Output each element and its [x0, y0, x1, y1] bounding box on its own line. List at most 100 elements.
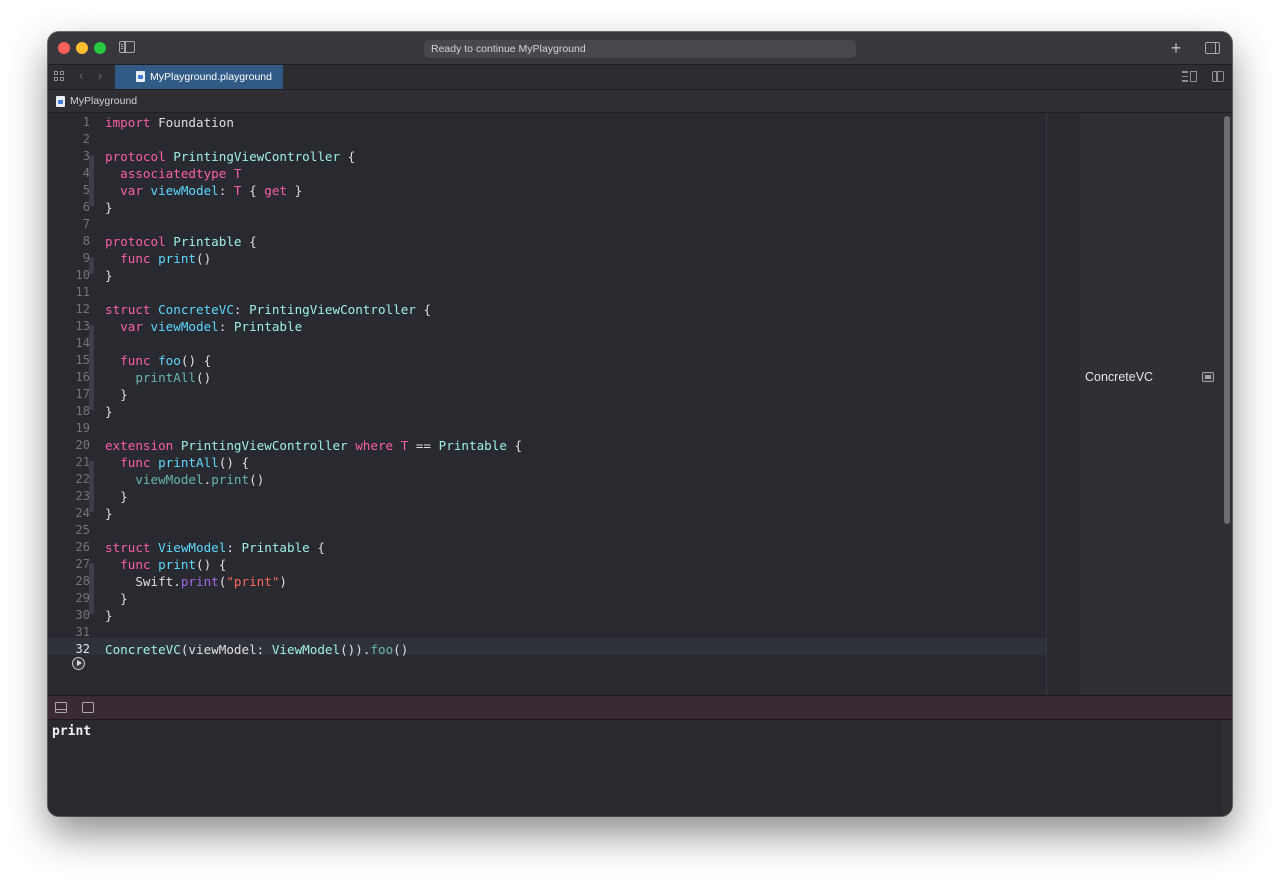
line-number: 17 — [75, 387, 90, 401]
minimap-icon[interactable] — [1182, 71, 1197, 82]
source-editor[interactable]: 1 import Foundation 2 3 protocol PrintingVie… — [48, 113, 1046, 695]
activity-status: Ready to continue MyPlayground — [424, 40, 856, 58]
minimize-window-button[interactable] — [76, 42, 88, 54]
code-line[interactable]: } — [105, 505, 113, 522]
code-token: print — [150, 251, 197, 266]
code-line[interactable]: viewModel.print() — [105, 471, 264, 488]
line-number: 4 — [82, 166, 90, 180]
line-number: 3 — [82, 149, 90, 163]
code-token: struct — [105, 302, 151, 317]
line-number: 20 — [75, 438, 90, 452]
code-line[interactable]: } — [105, 403, 113, 420]
code-line[interactable]: } — [105, 199, 113, 216]
code-token: extension — [105, 438, 174, 453]
code-token: ConcreteVC — [105, 642, 181, 657]
code-token: () — [249, 472, 265, 487]
line-number: 8 — [82, 234, 90, 248]
code-line[interactable]: } — [105, 488, 128, 505]
code-token: } — [105, 387, 128, 402]
code-line[interactable]: } — [105, 386, 128, 403]
code-token: { — [340, 149, 356, 164]
code-token: viewModel — [142, 319, 219, 334]
line-number: 5 — [82, 183, 90, 197]
plus-icon[interactable]: + — [1168, 38, 1184, 58]
code-line[interactable]: func print() — [105, 250, 211, 267]
sidebar-icon[interactable] — [119, 41, 135, 53]
breadcrumb-myplayground[interactable]: MyPlayground — [70, 90, 137, 112]
quicklook-icon[interactable] — [1202, 372, 1214, 382]
line-number: 24 — [75, 506, 90, 520]
code-token: () — [196, 370, 212, 385]
code-token: == — [408, 438, 439, 453]
code-token: PrintingViewController — [249, 302, 416, 317]
code-line[interactable]: func foo() { — [105, 352, 211, 369]
code-line[interactable]: } — [105, 607, 113, 624]
code-token: { — [415, 302, 432, 317]
results-sidebar: ConcreteVC — [1080, 113, 1222, 695]
code-token: where — [347, 438, 394, 453]
line-number: 22 — [75, 472, 90, 486]
code-token: () { — [196, 557, 227, 572]
code-token: ViewModel — [150, 540, 227, 555]
line-number: 7 — [82, 217, 90, 231]
console-icon[interactable] — [82, 702, 94, 713]
code-line[interactable]: printAll() — [105, 369, 211, 386]
console-area[interactable]: print — [48, 720, 1222, 816]
line-number: 16 — [75, 370, 90, 384]
code-line[interactable]: var viewModel: T { get } — [105, 182, 302, 199]
code-line[interactable]: Swift.print("print") — [105, 573, 287, 590]
tab-bar: ‹ › MyPlayground.playground — [48, 64, 1232, 89]
close-window-button[interactable] — [58, 42, 70, 54]
code-line[interactable]: protocol Printable { — [105, 233, 257, 250]
tab-myplayground[interactable]: MyPlayground.playground — [115, 65, 283, 89]
code-line[interactable]: associatedtype T — [105, 165, 241, 182]
code-token: : — [233, 302, 250, 317]
line-number: 27 — [75, 557, 90, 571]
code-line[interactable]: func print() { — [105, 556, 226, 573]
xcode-window: Ready to continue MyPlayground + ‹ › MyP… — [48, 32, 1232, 816]
code-token: } — [105, 489, 128, 504]
code-token: var — [120, 319, 143, 334]
line-number: 28 — [75, 574, 90, 588]
line-number: 31 — [75, 625, 90, 639]
code-token: } — [105, 200, 113, 215]
code-line[interactable]: protocol PrintingViewController { — [105, 148, 355, 165]
result-value-concretevc[interactable]: ConcreteVC — [1085, 369, 1153, 385]
inspector-icon[interactable] — [1205, 42, 1220, 54]
hide-debug-icon[interactable] — [55, 702, 67, 713]
chevron-left-icon[interactable]: ‹ — [76, 69, 86, 83]
code-token: : — [218, 319, 234, 334]
editor-scrollbar-thumb[interactable] — [1224, 116, 1230, 524]
run-icon[interactable] — [72, 657, 85, 670]
code-line[interactable]: extension PrintingViewController where T… — [105, 437, 522, 454]
code-token: { — [241, 183, 265, 198]
code-token: printAll — [150, 455, 219, 470]
code-line[interactable]: func printAll() { — [105, 454, 249, 471]
code-token: Printable — [165, 234, 242, 249]
playground-file-icon — [136, 71, 145, 82]
code-token: viewModel — [142, 183, 219, 198]
code-token: PrintingViewController — [165, 149, 341, 164]
code-token: import — [105, 115, 151, 130]
code-line[interactable]: import Foundation — [105, 114, 234, 131]
code-token: : — [218, 183, 234, 198]
code-token: { — [506, 438, 523, 453]
code-line[interactable]: } — [105, 590, 128, 607]
code-token: protocol — [105, 149, 166, 164]
grid-icon[interactable] — [54, 71, 65, 82]
split-editor-icon[interactable] — [1212, 71, 1224, 82]
code-line[interactable]: } — [105, 267, 113, 284]
code-line[interactable]: var viewModel: Printable — [105, 318, 302, 335]
code-token: () { — [180, 353, 212, 368]
code-token: T — [393, 438, 409, 453]
zoom-window-button[interactable] — [94, 42, 106, 54]
console-scrollbar[interactable] — [1222, 720, 1232, 816]
code-line[interactable]: struct ViewModel: Printable { — [105, 539, 325, 556]
code-line[interactable]: struct ConcreteVC: PrintingViewControlle… — [105, 301, 431, 318]
code-line[interactable]: ConcreteVC(viewModel: ViewModel()).foo() — [105, 641, 408, 658]
chevron-right-icon[interactable]: › — [95, 69, 105, 83]
